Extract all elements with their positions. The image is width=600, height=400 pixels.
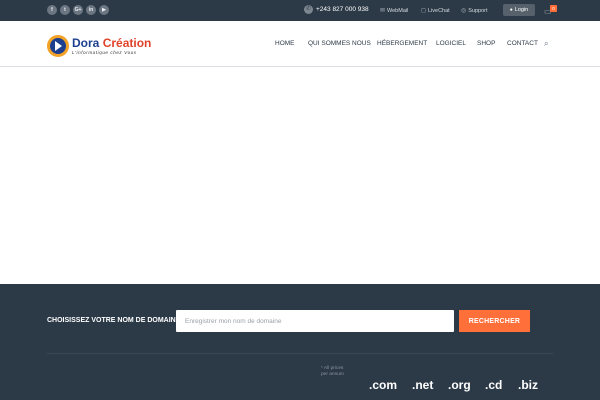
main-nav: HOME QUI SOMMES NOUS HÉBERGEMENT LOGICIE… [0,40,600,50]
domain-search-input[interactable] [176,310,454,332]
tld-biz: .biz [518,378,538,392]
price-note-line2: per annum [321,372,344,377]
login-label: Login [514,7,529,13]
phone-icon: ✆ [304,5,313,14]
support-label: Support [468,7,488,14]
livechat-label: LiveChat [427,7,450,14]
top-bar: f t G+ in ▶ ✆ +243 827 000 938 ✉ WebMail… [0,0,600,21]
webmail-label: WebMail [387,7,409,14]
nav-item-shop[interactable]: SHOP [477,40,495,47]
site-header: Dora Création L'informatique chez Vous H… [0,21,600,67]
hero-area [0,68,600,284]
search-domain-button[interactable]: RECHERCHER [459,310,530,332]
google-plus-icon[interactable]: G+ [73,5,83,15]
twitter-icon[interactable]: t [60,5,70,15]
nav-item-contact[interactable]: CONTACT [507,40,538,47]
nav-item-logiciel[interactable]: LOGICIEL [436,40,466,47]
search-icon[interactable]: ⌕ [544,40,548,48]
support-icon: ◎ [461,8,467,14]
tld-com: .com [369,378,398,392]
support-link[interactable]: ◎ Support [461,7,488,15]
logo-tagline: L'informatique chez Vous [72,50,137,55]
linkedin-icon[interactable]: in [86,5,96,15]
tld-cd: .cd [485,378,503,392]
nav-item-home[interactable]: HOME [275,40,295,47]
facebook-icon[interactable]: f [47,5,57,15]
domain-search-section: CHOISISSEZ VOTRE NOM DE DOMAINE: RECHERC… [0,284,600,400]
youtube-icon[interactable]: ▶ [99,5,109,15]
livechat-link[interactable]: ◻ LiveChat [421,7,450,15]
nav-item-qui-sommes-nous[interactable]: QUI SOMMES NOUS [308,40,371,47]
envelope-icon: ✉ [380,8,386,14]
section-divider [47,353,553,354]
domain-search-label: CHOISISSEZ VOTRE NOM DE DOMAINE: [47,317,183,324]
phone-number: +243 827 000 938 [316,6,369,13]
tld-net: .net [412,378,434,392]
cart-button[interactable]: ▭ 0 [543,5,557,17]
cart-count-badge: 0 [550,5,557,12]
social-links: f t G+ in ▶ [47,5,109,15]
webmail-link[interactable]: ✉ WebMail [380,7,409,15]
phone-contact[interactable]: ✆ +243 827 000 938 [304,5,369,14]
user-icon: ● [509,7,513,13]
price-note: * All prices per annum [321,366,344,378]
chat-icon: ◻ [421,8,426,14]
nav-item-hebergement[interactable]: HÉBERGEMENT [377,40,427,47]
tld-org: .org [448,378,471,392]
login-button[interactable]: ● Login [503,4,535,16]
